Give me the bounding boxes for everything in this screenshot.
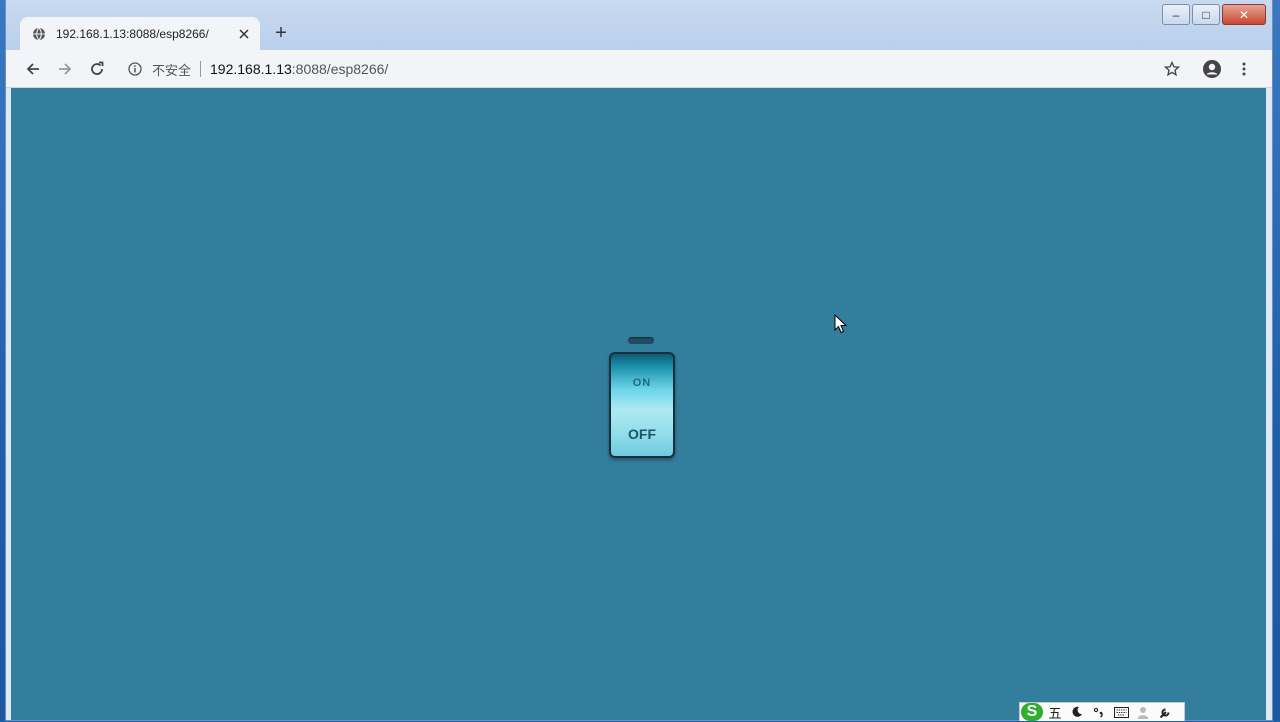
keyboard-icon[interactable] xyxy=(1110,703,1132,721)
browser-toolbar: 不安全 192.168.1.13:8088/esp8266/ xyxy=(6,50,1272,88)
maximize-button[interactable]: □ xyxy=(1192,4,1220,25)
security-label: 不安全 xyxy=(152,62,192,78)
punctuation-icon[interactable] xyxy=(1088,703,1110,721)
globe-icon xyxy=(32,27,46,41)
window-controls: – □ ✕ xyxy=(1160,4,1266,25)
wrench-icon[interactable] xyxy=(1154,703,1176,721)
user-icon[interactable] xyxy=(1132,703,1154,721)
url-path: :8088/esp8266/ xyxy=(291,61,389,77)
reload-icon xyxy=(91,61,104,75)
more-vertical-icon xyxy=(1242,62,1246,76)
ime-mode-label[interactable]: 五 xyxy=(1044,703,1066,721)
address-bar[interactable]: 不安全 192.168.1.13:8088/esp8266/ xyxy=(120,55,1190,83)
switch-on-label: ON xyxy=(632,377,652,389)
minimize-button[interactable]: – xyxy=(1162,4,1190,25)
address-separator xyxy=(200,61,202,77)
browser-window: 192.168.1.13:8088/esp8266/ + – □ ✕ 不安全 1… xyxy=(6,0,1272,720)
page-viewport: ON OFF xyxy=(11,88,1266,720)
new-tab-button[interactable]: + xyxy=(268,20,294,46)
close-window-button[interactable]: ✕ xyxy=(1222,4,1266,25)
ime-toolbar: S 五 xyxy=(1019,702,1185,721)
tab-title: 192.168.1.13:8088/esp8266/ xyxy=(56,26,209,41)
url-text: 192.168.1.13:8088/esp8266/ xyxy=(210,61,388,77)
star-icon xyxy=(1164,61,1180,77)
url-host: 192.168.1.13 xyxy=(210,61,292,77)
ime-logo[interactable]: S xyxy=(1020,703,1044,721)
back-button[interactable] xyxy=(20,56,46,82)
reload-button[interactable] xyxy=(84,56,110,82)
switch-off-label: OFF xyxy=(628,426,656,442)
arrow-right-icon xyxy=(59,63,72,75)
info-icon[interactable] xyxy=(126,60,144,78)
switch-status-indicator xyxy=(628,337,654,344)
mouse-cursor-icon xyxy=(834,314,848,334)
menu-button[interactable] xyxy=(1231,56,1257,82)
tab-close-icon[interactable] xyxy=(236,26,252,42)
profile-button[interactable] xyxy=(1199,56,1225,82)
browser-titlebar: 192.168.1.13:8088/esp8266/ + – □ ✕ xyxy=(6,0,1272,50)
account-icon xyxy=(1203,60,1221,78)
moon-icon[interactable] xyxy=(1066,703,1088,721)
bookmark-star-button[interactable] xyxy=(1159,56,1185,82)
tab-active[interactable]: 192.168.1.13:8088/esp8266/ xyxy=(20,17,260,50)
toggle-switch[interactable]: ON OFF xyxy=(609,352,675,458)
arrow-left-icon xyxy=(26,63,39,75)
forward-button[interactable] xyxy=(52,56,78,82)
